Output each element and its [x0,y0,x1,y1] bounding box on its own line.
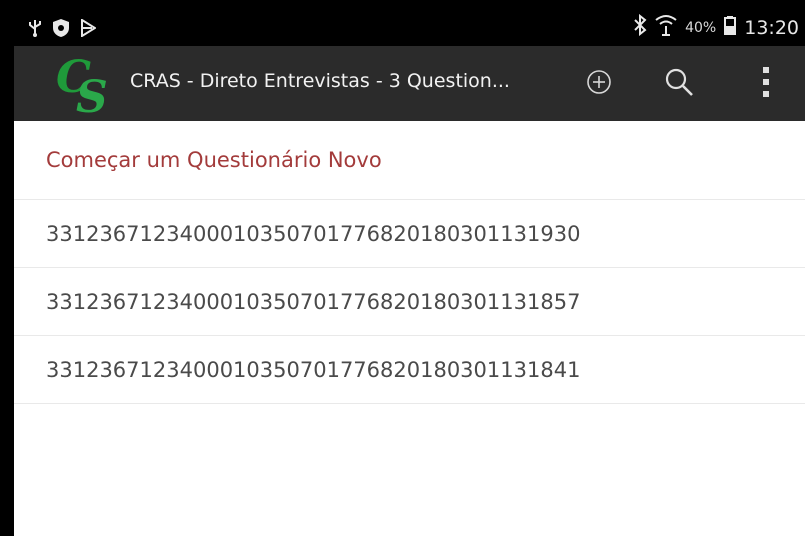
new-questionnaire-item[interactable]: Começar um Questionário Novo [14,121,805,200]
svg-text:S: S [76,72,108,116]
device-frame: 40% 13:20 C S CRAS - Direto Entrevistas … [0,0,805,536]
list-item[interactable]: 3312367123400010350701776820180301131857 [14,268,805,336]
shield-icon [52,18,70,42]
screen: 40% 13:20 C S CRAS - Direto Entrevistas … [14,10,805,536]
search-button[interactable] [655,60,703,108]
bluetooth-icon [633,13,647,41]
play-store-icon [80,18,97,41]
action-bar: C S CRAS - Direto Entrevistas - 3 Questi… [14,46,805,123]
usb-icon [28,18,42,42]
status-bar: 40% 13:20 [14,10,805,46]
list-item[interactable]: 3312367123400010350701776820180301131841 [14,336,805,404]
battery-percent: 40% [685,19,717,36]
battery-icon [724,15,737,40]
overflow-menu-button[interactable] [742,60,790,108]
status-left-icons [28,18,97,42]
search-icon [663,66,695,102]
list-item[interactable]: 331236712340001035070177682018030113193​… [14,200,805,268]
add-icon [586,69,612,99]
add-button[interactable] [575,60,623,108]
app-logo: C S [54,52,120,123]
overflow-menu-icon [761,65,771,103]
clock: 13:20 [744,16,799,39]
wifi-icon [655,14,677,41]
app-title: CRAS - Direto Entrevistas - 3 Question..… [130,70,510,92]
questionnaire-list: Começar um Questionário Novo 33123671234… [14,121,805,404]
status-right-icons: 40% 13:20 [633,13,799,41]
